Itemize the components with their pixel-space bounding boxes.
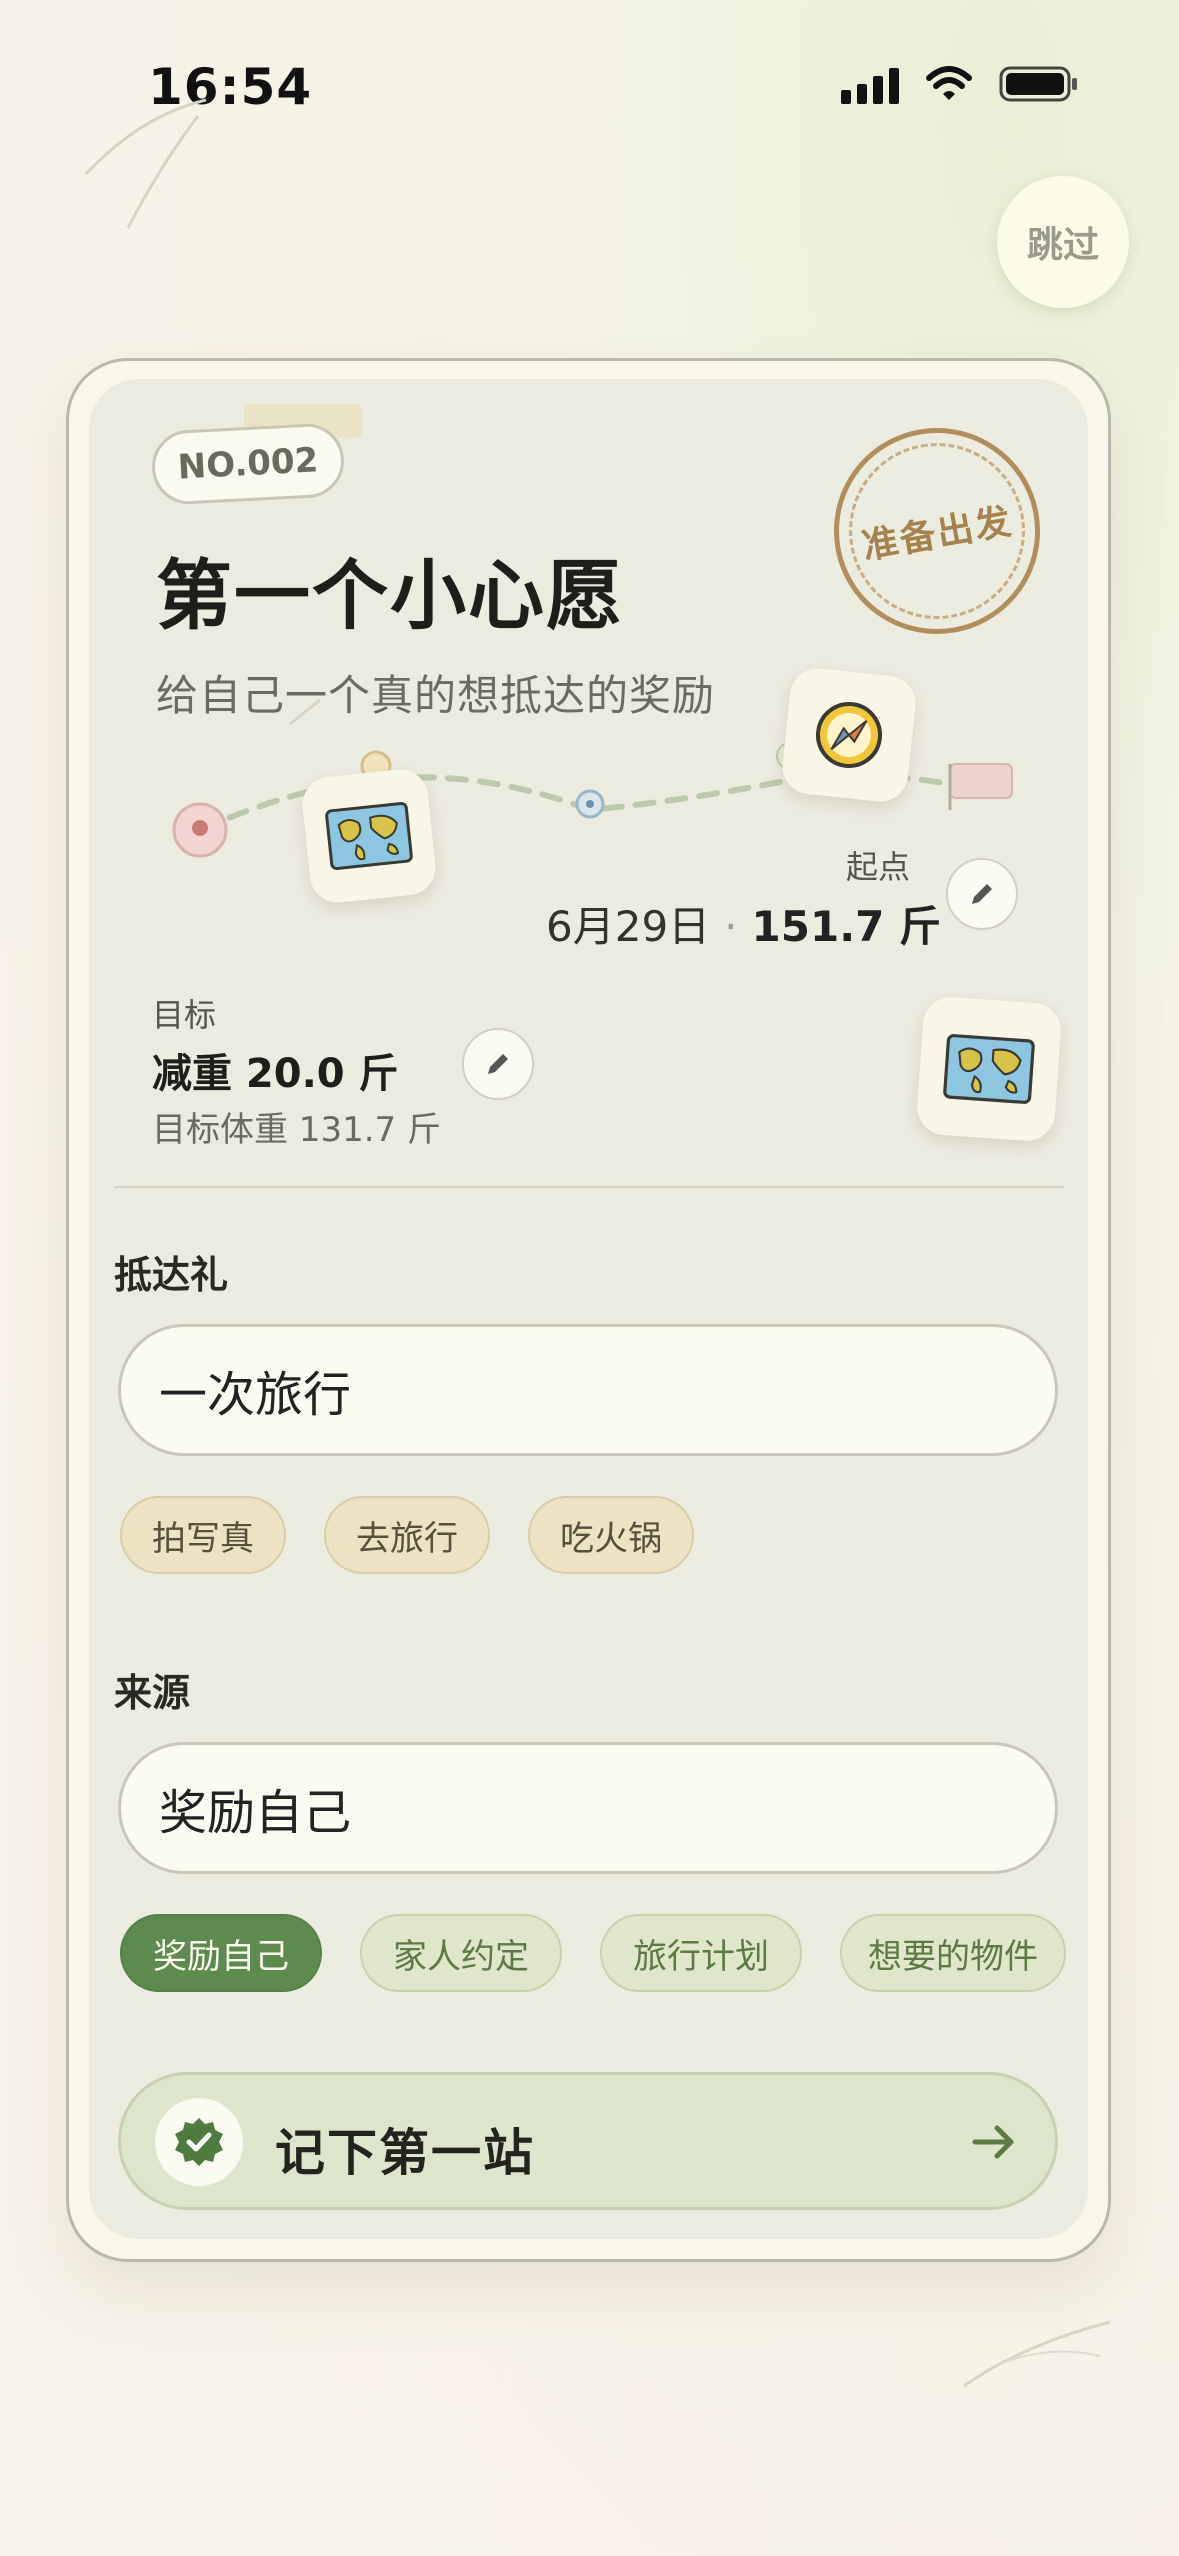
map-icon bbox=[325, 801, 413, 871]
edit-start-button[interactable] bbox=[946, 858, 1018, 930]
record-first-stop-button[interactable]: 记下第一站 bbox=[118, 2072, 1058, 2210]
start-label: 起点 bbox=[846, 848, 911, 886]
goal-target-weight: 目标体重 131.7 斤 bbox=[152, 1110, 441, 1150]
start-separator: · bbox=[724, 902, 738, 951]
map-sticker bbox=[915, 995, 1063, 1143]
source-label: 来源 bbox=[114, 1671, 191, 1715]
card-title: 第一个小心愿 bbox=[156, 551, 624, 640]
pencil-icon bbox=[972, 884, 992, 904]
reward-chip[interactable]: 拍写真 bbox=[120, 1496, 286, 1574]
battery-icon bbox=[999, 64, 1079, 104]
compass-icon bbox=[816, 702, 883, 768]
start-value: 6月29日 · 151.7 斤 bbox=[546, 893, 941, 954]
arrow-right-icon bbox=[969, 2117, 1019, 2171]
source-chip[interactable]: 旅行计划 bbox=[600, 1914, 802, 1992]
status-icons bbox=[841, 64, 1079, 104]
reward-chip[interactable]: 去旅行 bbox=[324, 1496, 490, 1574]
skip-button[interactable]: 跳过 bbox=[997, 176, 1129, 308]
edit-goal-button[interactable] bbox=[462, 1028, 534, 1100]
reward-input[interactable]: 一次旅行 bbox=[118, 1324, 1058, 1456]
cta-label: 记下第一站 bbox=[275, 2124, 535, 2182]
reward-chip[interactable]: 吃火锅 bbox=[528, 1496, 694, 1574]
map-icon bbox=[943, 1034, 1035, 1104]
wifi-icon bbox=[925, 66, 973, 102]
stamp-text: 准备出发 bbox=[859, 501, 1017, 568]
goal-value: 减重 20.0 斤 bbox=[152, 1051, 399, 1097]
source-input[interactable]: 奖励自己 bbox=[118, 1742, 1058, 1874]
map-sticker bbox=[299, 766, 439, 906]
start-date: 6月29日 bbox=[546, 902, 711, 951]
start-weight: 151.7 斤 bbox=[751, 902, 942, 951]
scribble-decoration bbox=[963, 2320, 1111, 2388]
goal-label: 目标 bbox=[152, 996, 217, 1034]
card-number-tag: NO.002 bbox=[150, 422, 346, 506]
signal-icon bbox=[841, 64, 899, 104]
compass-sticker bbox=[779, 665, 919, 805]
divider bbox=[114, 1186, 1064, 1188]
source-chip[interactable]: 想要的物件 bbox=[840, 1914, 1066, 1992]
source-chip[interactable]: 家人约定 bbox=[360, 1914, 562, 1992]
source-chip-selected[interactable]: 奖励自己 bbox=[120, 1914, 322, 1992]
scribble-decoration bbox=[84, 98, 207, 229]
pencil-icon bbox=[488, 1054, 508, 1074]
check-badge-icon bbox=[155, 2098, 243, 2186]
reward-label: 抵达礼 bbox=[114, 1253, 229, 1297]
